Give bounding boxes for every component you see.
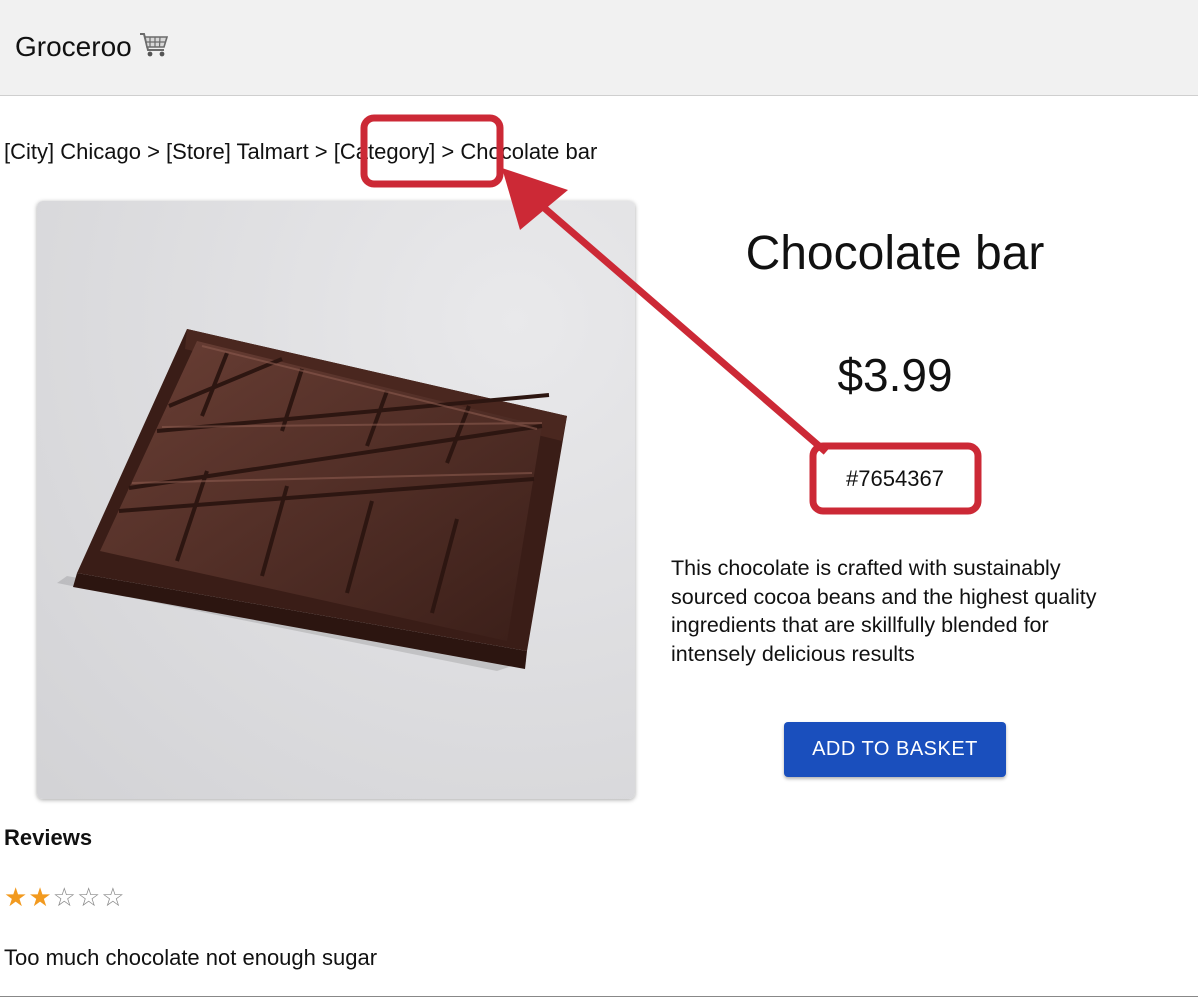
breadcrumb-category[interactable]: [Category] (334, 139, 436, 164)
cart-icon (138, 31, 170, 66)
product-sku: #7654367 (846, 466, 944, 491)
star-empty-icon: ☆ (101, 882, 126, 912)
app-name: Groceroo (15, 31, 132, 62)
star-empty-icon: ☆ (76, 882, 102, 912)
product-price: $3.99 (837, 349, 953, 401)
add-to-basket-button[interactable]: ADD TO BASKET (784, 722, 1006, 777)
review-text: Too much chocolate not enough sugar (4, 945, 378, 970)
breadcrumb-store[interactable]: [Store] Talmart (166, 139, 309, 164)
star-filled-icon: ★ (28, 882, 53, 912)
reviews-heading: Reviews (4, 825, 93, 850)
app-header: Groceroo (0, 0, 1198, 96)
breadcrumb-product: Chocolate bar (460, 139, 598, 164)
breadcrumb-city[interactable]: [City] Chicago (4, 139, 141, 164)
breadcrumb-separator: > (435, 139, 461, 164)
divider (0, 996, 1198, 997)
app-logo[interactable]: Groceroo (15, 31, 170, 66)
breadcrumb-separator: > (140, 139, 167, 164)
product-title: Chocolate bar (745, 227, 1045, 280)
star-rating: ★★☆☆☆ (4, 882, 126, 912)
product-description: This chocolate is crafted with sustainab… (671, 556, 1097, 666)
star-filled-icon: ★ (4, 882, 29, 912)
breadcrumb-separator: > (308, 139, 334, 164)
product-image (37, 201, 635, 799)
breadcrumb: [City] Chicago > [Store] Talmart > [Cate… (4, 139, 597, 165)
star-empty-icon: ☆ (52, 882, 77, 912)
